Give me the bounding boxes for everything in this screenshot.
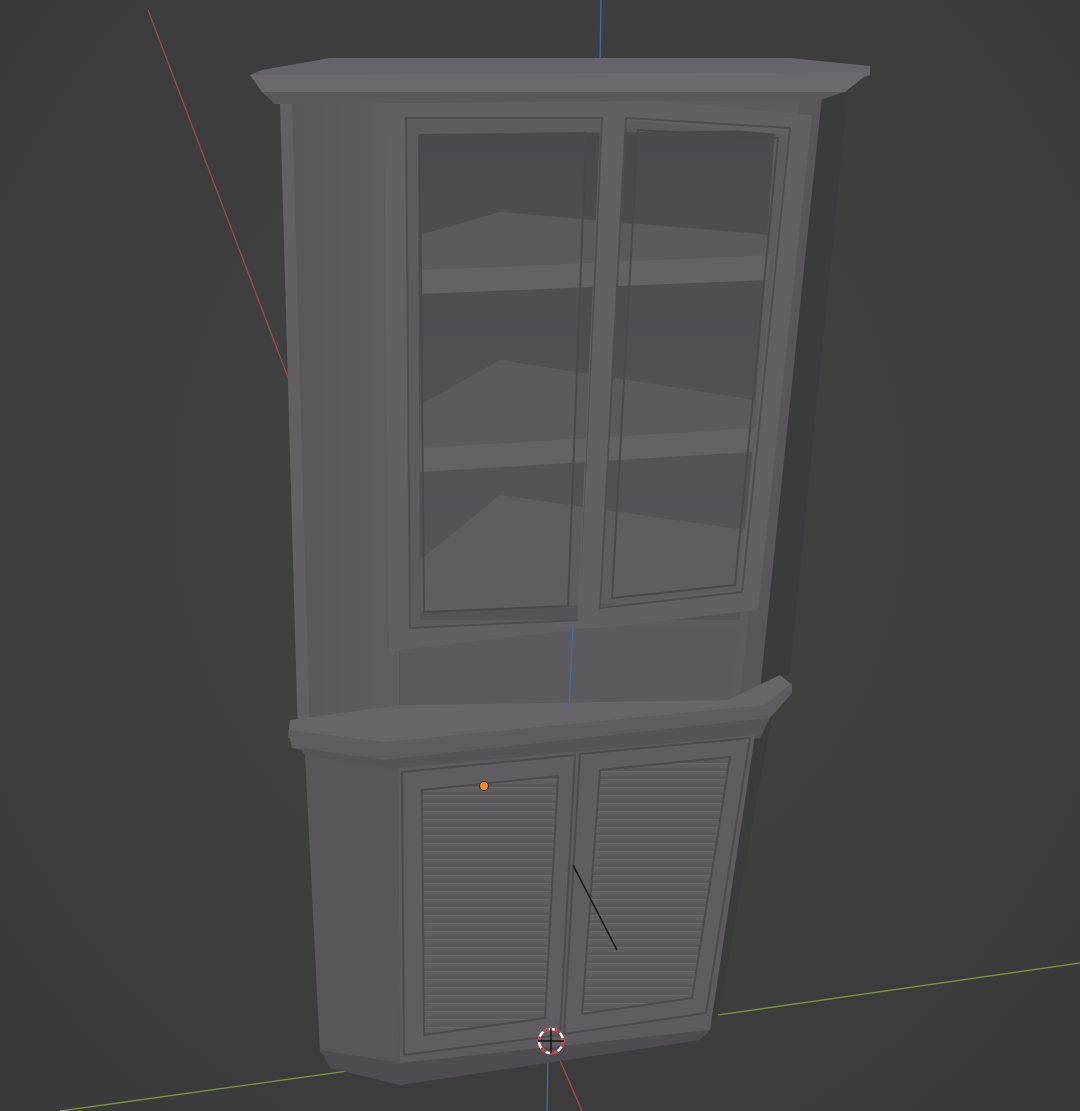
3d-viewport[interactable] xyxy=(0,0,1080,1111)
y-axis-line-left xyxy=(59,1069,356,1111)
x-axis-line xyxy=(147,9,293,389)
lower-left-louvered-door[interactable] xyxy=(400,753,577,1057)
3d-cursor-icon[interactable] xyxy=(537,1027,565,1055)
lower-left-panel xyxy=(305,755,400,1065)
corner-cabinet[interactable] xyxy=(250,58,870,1085)
crown-front xyxy=(250,72,870,92)
viewport-canvas[interactable] xyxy=(0,0,1080,1111)
object-origin-dot[interactable] xyxy=(479,781,489,791)
y-axis-line-right xyxy=(717,962,1080,1016)
